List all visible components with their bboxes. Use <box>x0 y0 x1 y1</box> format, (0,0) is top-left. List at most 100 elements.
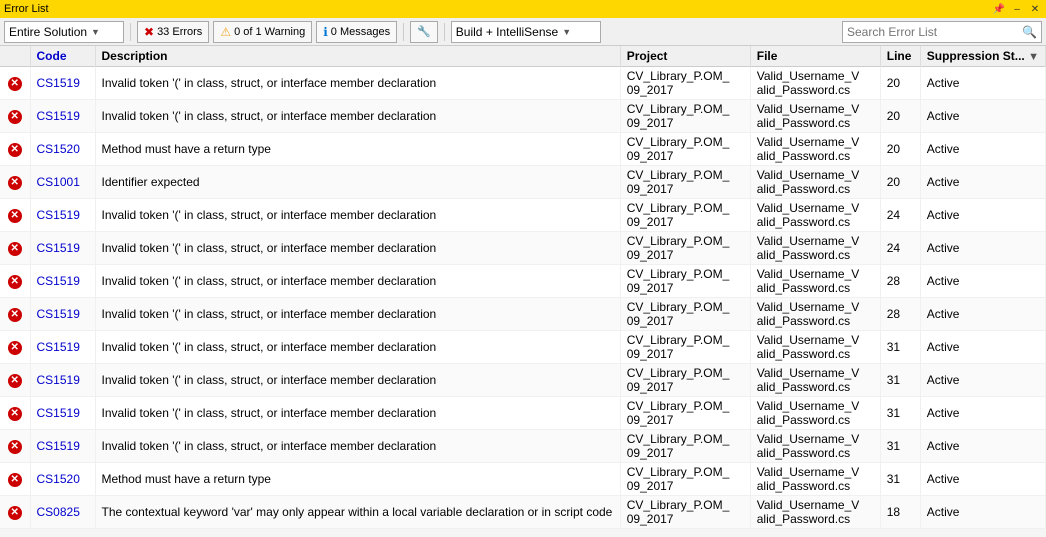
row-line: 31 <box>880 430 920 463</box>
row-code[interactable]: CS1519 <box>30 298 95 331</box>
col-header-suppression[interactable]: Suppression St... ▼ <box>920 46 1045 67</box>
row-description: Invalid token '(' in class, struct, or i… <box>95 232 620 265</box>
info-icon: ℹ <box>323 25 328 39</box>
row-description: Invalid token '(' in class, struct, or i… <box>95 364 620 397</box>
filter-funnel-icon[interactable]: ▼ <box>1028 51 1039 63</box>
row-project: CV_Library_P.OM_09_2017 <box>620 331 750 364</box>
row-error-icon: ✕ <box>0 166 30 199</box>
table-row[interactable]: ✕CS1519Invalid token '(' in class, struc… <box>0 199 1046 232</box>
row-suppression: Active <box>920 100 1045 133</box>
table-row[interactable]: ✕CS1001Identifier expectedCV_Library_P.O… <box>0 166 1046 199</box>
pin-button[interactable]: 📌 <box>992 2 1006 16</box>
table-row[interactable]: ✕CS1519Invalid token '(' in class, struc… <box>0 100 1046 133</box>
col-header-project[interactable]: Project <box>620 46 750 67</box>
minimize-button[interactable]: – <box>1010 2 1024 16</box>
row-line: 31 <box>880 331 920 364</box>
row-line: 31 <box>880 463 920 496</box>
row-file: Valid_Username_Valid_Password.cs <box>750 100 880 133</box>
build-label: Build + IntelliSense <box>456 25 558 39</box>
title-bar-controls: 📌 – ✕ <box>992 2 1042 16</box>
suppression-label: Suppression St... <box>927 49 1025 63</box>
table-row[interactable]: ✕CS1519Invalid token '(' in class, struc… <box>0 298 1046 331</box>
row-error-icon: ✕ <box>0 463 30 496</box>
row-code[interactable]: CS1519 <box>30 199 95 232</box>
row-error-icon: ✕ <box>0 100 30 133</box>
error-list-table-container[interactable]: Code Description Project File Line Suppr… <box>0 46 1046 537</box>
row-description: The contextual keyword 'var' may only ap… <box>95 496 620 529</box>
row-line: 20 <box>880 166 920 199</box>
row-project: CV_Library_P.OM_09_2017 <box>620 199 750 232</box>
col-header-code[interactable]: Code <box>30 46 95 67</box>
title-bar: Error List 📌 – ✕ <box>0 0 1046 18</box>
row-description: Invalid token '(' in class, struct, or i… <box>95 397 620 430</box>
row-line: 28 <box>880 265 920 298</box>
row-description: Method must have a return type <box>95 463 620 496</box>
row-code[interactable]: CS1519 <box>30 67 95 100</box>
row-code[interactable]: CS1520 <box>30 133 95 166</box>
row-error-icon: ✕ <box>0 364 30 397</box>
tools-button[interactable]: 🔧 <box>410 21 438 43</box>
row-code[interactable]: CS1519 <box>30 100 95 133</box>
row-line: 31 <box>880 397 920 430</box>
table-row[interactable]: ✕CS1519Invalid token '(' in class, struc… <box>0 67 1046 100</box>
table-row[interactable]: ✕CS1519Invalid token '(' in class, struc… <box>0 397 1046 430</box>
build-dropdown[interactable]: Build + IntelliSense ▼ <box>451 21 601 43</box>
table-row[interactable]: ✕CS1520Method must have a return typeCV_… <box>0 463 1046 496</box>
window-title: Error List <box>4 3 49 15</box>
row-file: Valid_Username_Valid_Password.cs <box>750 166 880 199</box>
messages-filter-button[interactable]: ℹ 0 Messages <box>316 21 397 43</box>
row-line: 24 <box>880 199 920 232</box>
col-header-icon[interactable] <box>0 46 30 67</box>
col-header-file[interactable]: File <box>750 46 880 67</box>
table-row[interactable]: ✕CS0825The contextual keyword 'var' may … <box>0 496 1046 529</box>
row-file: Valid_Username_Valid_Password.cs <box>750 496 880 529</box>
row-code[interactable]: CS1520 <box>30 463 95 496</box>
toolbar-separator-2 <box>403 23 404 41</box>
row-code[interactable]: CS0825 <box>30 496 95 529</box>
row-suppression: Active <box>920 430 1045 463</box>
row-code[interactable]: CS1519 <box>30 331 95 364</box>
row-error-icon: ✕ <box>0 397 30 430</box>
row-file: Valid_Username_Valid_Password.cs <box>750 133 880 166</box>
scope-dropdown[interactable]: Entire Solution ▼ <box>4 21 124 43</box>
table-row[interactable]: ✕CS1519Invalid token '(' in class, struc… <box>0 265 1046 298</box>
row-project: CV_Library_P.OM_09_2017 <box>620 364 750 397</box>
row-project: CV_Library_P.OM_09_2017 <box>620 166 750 199</box>
search-icon: 🔍 <box>1022 25 1037 39</box>
row-code[interactable]: CS1001 <box>30 166 95 199</box>
row-code[interactable]: CS1519 <box>30 265 95 298</box>
row-suppression: Active <box>920 364 1045 397</box>
scope-chevron-icon: ▼ <box>91 27 100 37</box>
row-project: CV_Library_P.OM_09_2017 <box>620 298 750 331</box>
row-project: CV_Library_P.OM_09_2017 <box>620 232 750 265</box>
row-description: Invalid token '(' in class, struct, or i… <box>95 430 620 463</box>
row-code[interactable]: CS1519 <box>30 430 95 463</box>
row-suppression: Active <box>920 67 1045 100</box>
table-row[interactable]: ✕CS1519Invalid token '(' in class, struc… <box>0 331 1046 364</box>
search-input[interactable] <box>847 25 1022 39</box>
row-file: Valid_Username_Valid_Password.cs <box>750 67 880 100</box>
col-header-line[interactable]: Line <box>880 46 920 67</box>
row-code[interactable]: CS1519 <box>30 397 95 430</box>
error-table: Code Description Project File Line Suppr… <box>0 46 1046 529</box>
table-body: ✕CS1519Invalid token '(' in class, struc… <box>0 67 1046 529</box>
table-row[interactable]: ✕CS1519Invalid token '(' in class, struc… <box>0 430 1046 463</box>
row-code[interactable]: CS1519 <box>30 232 95 265</box>
close-button[interactable]: ✕ <box>1028 2 1042 16</box>
warnings-filter-button[interactable]: ⚠ 0 of 1 Warning <box>213 21 312 43</box>
errors-filter-button[interactable]: ✖ 33 Errors <box>137 21 209 43</box>
col-header-description[interactable]: Description <box>95 46 620 67</box>
table-row[interactable]: ✕CS1519Invalid token '(' in class, struc… <box>0 232 1046 265</box>
search-box[interactable]: 🔍 <box>842 21 1042 43</box>
tools-icon: 🔧 <box>417 25 431 38</box>
row-code[interactable]: CS1519 <box>30 364 95 397</box>
row-error-icon: ✕ <box>0 265 30 298</box>
row-description: Identifier expected <box>95 166 620 199</box>
row-line: 28 <box>880 298 920 331</box>
row-error-icon: ✕ <box>0 331 30 364</box>
table-row[interactable]: ✕CS1519Invalid token '(' in class, struc… <box>0 364 1046 397</box>
row-error-icon: ✕ <box>0 133 30 166</box>
table-row[interactable]: ✕CS1520Method must have a return typeCV_… <box>0 133 1046 166</box>
toolbar-separator-1 <box>130 23 131 41</box>
row-suppression: Active <box>920 133 1045 166</box>
